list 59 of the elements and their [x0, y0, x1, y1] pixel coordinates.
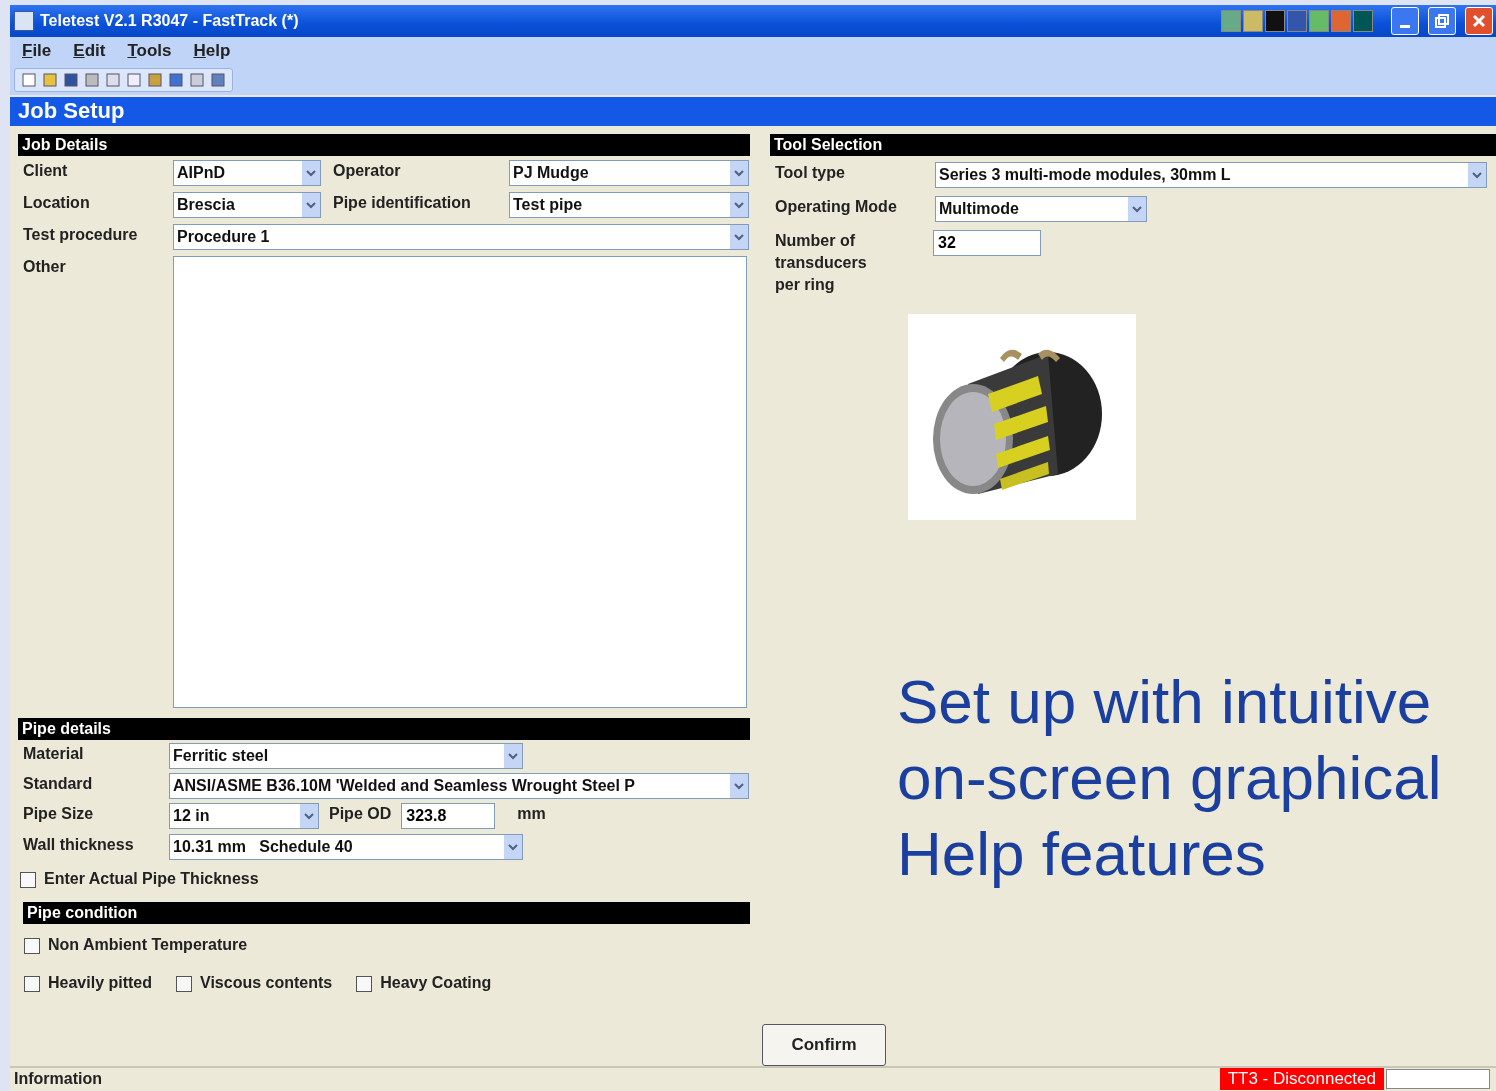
dropdown-field[interactable]: Test pipe — [509, 191, 749, 218]
checkbox-label: Heavily pitted — [48, 972, 153, 993]
section-header: Job Details — [18, 133, 750, 156]
dropdown-field[interactable]: AIPnD — [173, 159, 321, 186]
dropdown-field[interactable]: Brescia — [173, 191, 321, 218]
section-header: Pipe condition — [23, 901, 750, 924]
field-label: Number of transducers per ring — [775, 230, 868, 295]
menu-item[interactable]: File — [22, 41, 52, 62]
field-label: Operating Mode — [775, 196, 898, 217]
checkbox[interactable] — [24, 937, 40, 954]
dropdown-field[interactable]: ANSI/ASME B36.10M 'Welded and Seamless Wrought Steel P — [169, 772, 749, 799]
menu-item[interactable]: Edit — [73, 41, 106, 62]
checkbox[interactable] — [20, 871, 36, 888]
field-label: Tool type — [775, 162, 846, 183]
dropdown-field[interactable]: Ferritic steel — [169, 742, 523, 769]
field-label: Client — [23, 160, 69, 181]
restore-button[interactable] — [1428, 6, 1456, 35]
field-label: Location — [23, 192, 91, 213]
field-label: Standard — [23, 773, 94, 794]
close-button[interactable] — [1465, 6, 1493, 35]
field-label: Pipe Size — [23, 803, 95, 824]
close-icon — [1472, 13, 1486, 28]
field-label: Pipe OD — [329, 803, 392, 824]
section-header: Pipe details — [18, 717, 750, 740]
dropdown-field[interactable]: 12 in — [169, 802, 319, 829]
input-field[interactable]: 323.8 — [401, 802, 496, 829]
dropdown-field[interactable]: Procedure 1 — [173, 223, 749, 250]
checkbox-label: Heavy Coating — [380, 972, 492, 993]
dropdown-field[interactable]: 10.31 mm Schedule 40 — [169, 833, 523, 860]
menu-item[interactable]: Help — [193, 41, 231, 62]
field-label: Wall thickness — [23, 834, 135, 855]
confirm-button[interactable]: Confirm — [762, 1023, 886, 1066]
checkbox-label: Viscous contents — [200, 972, 333, 993]
field-label: Material — [23, 743, 85, 764]
field-label: Test procedure — [23, 224, 139, 245]
field-label: Operator — [333, 160, 402, 181]
dropdown-field[interactable]: Series 3 multi-mode modules, 30mm L — [935, 161, 1487, 188]
menu-item[interactable]: Tools — [127, 41, 172, 62]
checkbox[interactable] — [24, 975, 40, 992]
app-icon — [14, 10, 34, 31]
checkbox[interactable] — [176, 975, 193, 992]
section-header: Tool Selection — [770, 133, 1496, 156]
connection-status: TT3 - Disconnected — [1219, 1068, 1384, 1091]
field-label: Other — [23, 256, 67, 277]
restore-icon — [1435, 13, 1449, 28]
dropdown-field[interactable]: PJ Mudge — [509, 159, 749, 186]
field-label: Pipe identification — [333, 192, 472, 213]
dropdown-field[interactable]: Multimode — [935, 195, 1147, 222]
checkbox-label: Non Ambient Temperature — [48, 934, 248, 955]
checkbox[interactable] — [356, 975, 373, 992]
caption: Set up with intuitive on-screen graphical Help features — [897, 665, 1443, 890]
page-title: Job Setup — [10, 96, 1496, 126]
minimize-button[interactable] — [1391, 6, 1419, 35]
minimize-icon — [1400, 25, 1410, 29]
window-title: Teletest V2.1 R3047 - FastTrack (*) — [40, 11, 300, 30]
unit-label: mm — [517, 803, 546, 824]
input-field[interactable]: 32 — [933, 229, 1041, 256]
checkbox-label: Enter Actual Pipe Thickness — [44, 868, 259, 889]
status-label: Information — [14, 1070, 103, 1089]
